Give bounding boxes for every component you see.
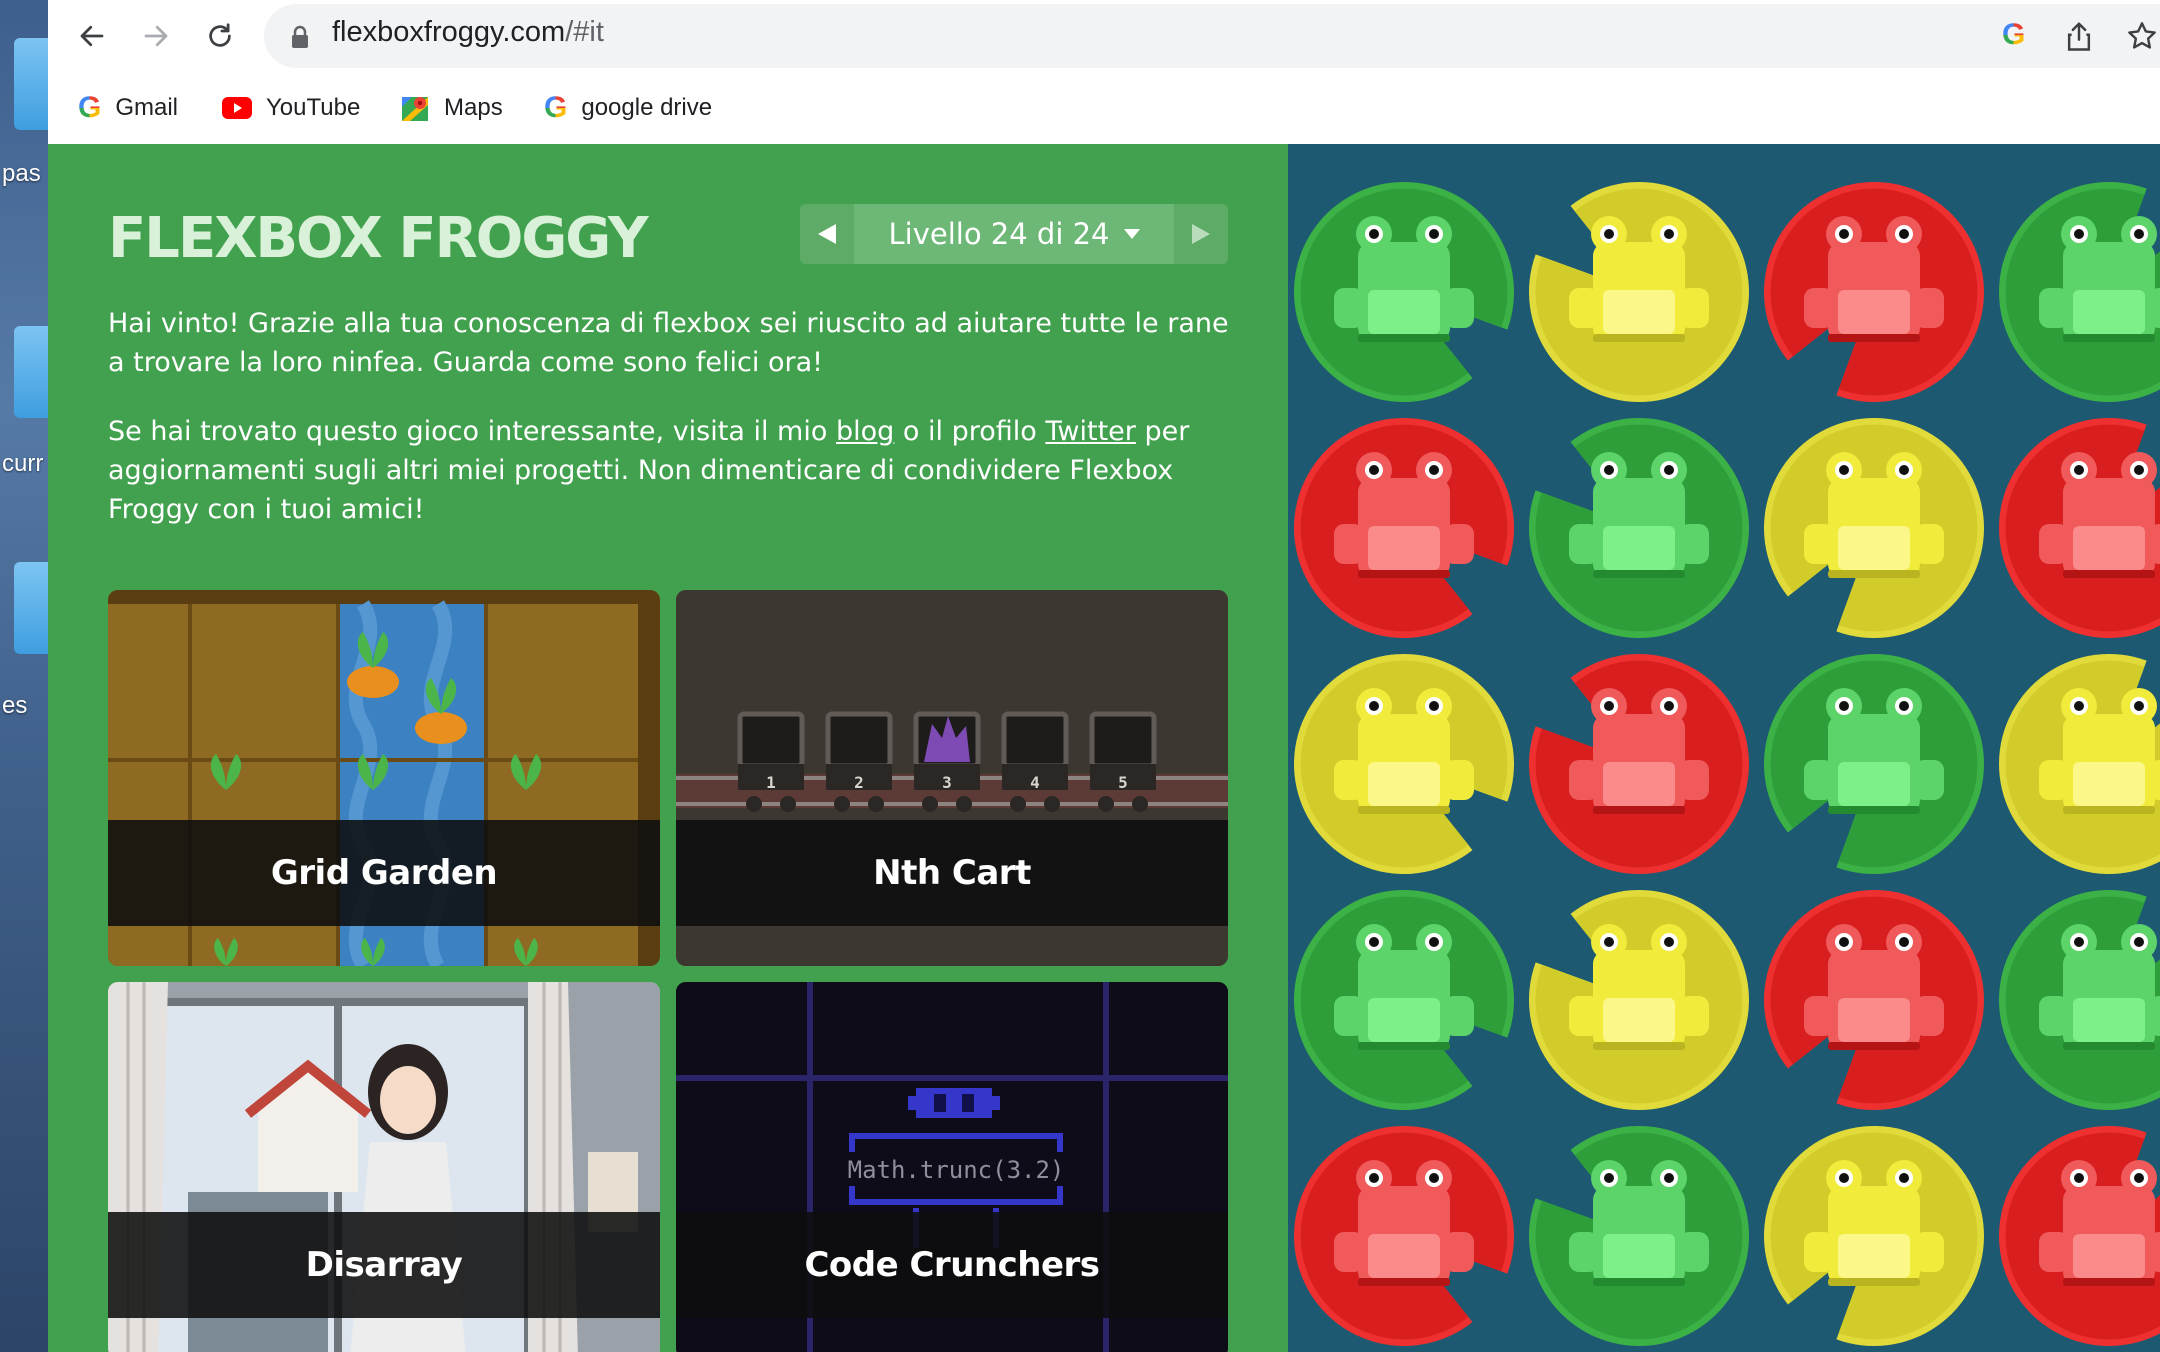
desktop-background: pas curr es — [0, 0, 48, 1352]
lily-pad — [1999, 1126, 2160, 1346]
nth-cart-card[interactable]: 1 2 3 4 5 Nth Cart — [676, 590, 1228, 966]
reload-icon — [209, 23, 231, 47]
disarray-card[interactable]: Disarray — [108, 982, 660, 1352]
cart-number: 1 — [766, 773, 776, 792]
lily-pad — [1529, 654, 1749, 874]
lily-pad — [1999, 182, 2160, 402]
pond-canvas — [1294, 181, 2160, 1346]
bookmarks-bar: G Gmail YouTube Maps G google drive — [48, 72, 2160, 144]
lily-pad — [1999, 654, 2160, 874]
level-dropdown[interactable]: Livello 24 di 24 — [854, 204, 1174, 264]
forward-button[interactable] — [134, 14, 178, 58]
card-title: Grid Garden — [108, 820, 660, 926]
level-indicator: Livello 24 di 24 — [888, 217, 1110, 251]
level-navigator: Livello 24 di 24 — [800, 204, 1228, 264]
share-icon[interactable] — [2064, 20, 2094, 52]
triangle-right-icon — [1192, 224, 1210, 244]
youtube-icon — [222, 97, 252, 119]
blog-link[interactable]: blog — [836, 416, 894, 447]
code-crunchers-card[interactable]: Math.trunc(3.2) Code Crunchers — [676, 982, 1228, 1352]
desktop-folder-icon[interactable] — [14, 326, 48, 418]
desktop-folder-label: es — [2, 692, 28, 719]
desktop-folder-label: curr — [2, 450, 44, 477]
lily-pad — [1764, 654, 1984, 875]
triangle-left-icon — [818, 224, 836, 244]
forward-arrow-icon — [144, 25, 168, 47]
bookmark-gmail[interactable]: G Gmail — [78, 88, 178, 128]
game-panel: FLEXBOX FROGGY Livello 24 di 24 Hai vint… — [48, 144, 1288, 1352]
lily-pad — [1764, 417, 1984, 638]
lily-pad — [1294, 654, 1514, 874]
share-mid-text: o il profilo — [902, 416, 1037, 447]
google-g-icon: G — [544, 91, 568, 124]
lily-pad — [1294, 889, 1514, 1110]
url-text: flexboxfroggy.com/#it — [332, 16, 604, 49]
back-button[interactable] — [70, 14, 114, 58]
cart-number: 5 — [1118, 773, 1128, 792]
grid-garden-card[interactable]: Grid Garden — [108, 590, 660, 966]
lily-pad — [1999, 890, 2160, 1110]
reload-button[interactable] — [198, 14, 242, 58]
pond-board — [1288, 144, 2160, 1352]
lily-pad — [1529, 182, 1749, 402]
google-lens-icon[interactable]: G — [2002, 20, 2025, 50]
win-message: Hai vinto! Grazie alla tua conoscenza di… — [108, 308, 1229, 378]
game-title: FLEXBOX FROGGY — [108, 206, 649, 271]
lily-pad — [1764, 181, 1984, 402]
share-intro-text: Se hai trovato questo gioco interessante… — [108, 416, 828, 447]
cart-number: 3 — [942, 773, 952, 792]
browser-window: flexboxfroggy.com/#it G G Gmail YouTube … — [48, 0, 2160, 1352]
lock-icon — [292, 25, 308, 48]
lily-pad — [1294, 1126, 1514, 1346]
desktop-folder-icon[interactable] — [14, 38, 48, 130]
bookmark-label: YouTube — [266, 94, 361, 121]
bookmark-label: Gmail — [115, 94, 179, 121]
cart-number: 4 — [1030, 773, 1040, 792]
back-arrow-icon — [80, 25, 104, 47]
bookmark-maps[interactable]: Maps — [400, 88, 503, 128]
lily-pad — [1294, 417, 1514, 638]
lily-pad — [1529, 1126, 1749, 1346]
previous-level-button[interactable] — [800, 204, 854, 264]
url-path: /#it — [565, 16, 604, 48]
card-title: Nth Cart — [676, 820, 1228, 926]
desktop-folder-label: pas — [2, 160, 41, 187]
desktop-folder-icon[interactable] — [14, 562, 48, 654]
lily-pad — [1764, 1126, 1984, 1346]
card-title: Code Crunchers — [676, 1212, 1228, 1318]
lily-pad — [1529, 890, 1749, 1110]
url-domain: flexboxfroggy.com — [332, 16, 566, 48]
lily-pad — [1999, 418, 2160, 638]
maps-icon — [402, 97, 428, 121]
card-title: Disarray — [108, 1212, 660, 1318]
code-expression: Math.trunc(3.2) — [848, 1156, 1065, 1184]
bookmark-star-icon[interactable] — [2126, 20, 2158, 52]
lily-pad — [1529, 418, 1749, 638]
caret-down-icon — [1123, 229, 1140, 239]
google-g-icon: G — [78, 91, 102, 124]
browser-toolbar: flexboxfroggy.com/#it G — [48, 0, 2160, 72]
share-message: Se hai trovato questo gioco interessante… — [108, 412, 1238, 529]
lily-pad — [1294, 181, 1514, 402]
bookmark-label: Maps — [444, 94, 503, 121]
next-level-button[interactable] — [1174, 204, 1228, 264]
twitter-link[interactable]: Twitter — [1045, 416, 1136, 447]
bookmark-label: google drive — [581, 94, 713, 121]
cart-number: 2 — [854, 773, 864, 792]
lily-pad — [1764, 890, 1984, 1110]
bookmark-google-drive[interactable]: G google drive — [544, 88, 712, 128]
bookmark-youtube[interactable]: YouTube — [222, 88, 360, 128]
